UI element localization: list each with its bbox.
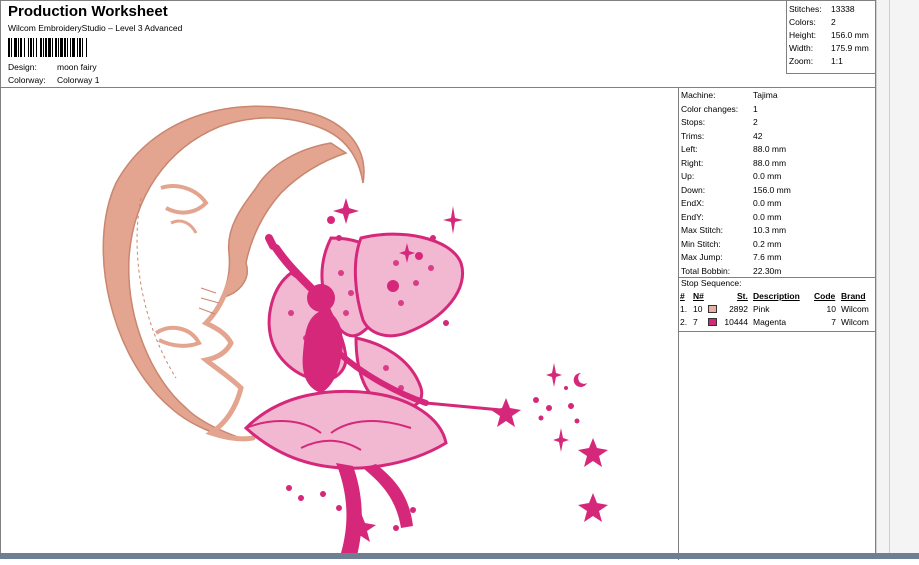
worksheet-header: Production Worksheet Wilcom EmbroiderySt…: [1, 1, 878, 88]
col-code-header: Code: [814, 291, 836, 301]
machine-info-label: Max Jump:: [681, 252, 723, 262]
stitches-value: 13338: [831, 4, 855, 14]
machine-info-value: 22.30m: [753, 265, 782, 276]
col-num-header: #: [680, 291, 685, 301]
machine-info-label: Machine:: [681, 90, 716, 100]
machine-info-label: Total Bobbin:: [681, 265, 731, 276]
seq-description: Pink: [753, 304, 770, 314]
machine-info-row: Stops: 2: [681, 117, 758, 127]
seq-brand: Wilcom: [841, 304, 869, 314]
machine-info-label: Min Stitch:: [681, 238, 721, 249]
machine-info-row: Min Stitch: 0.2 mm: [681, 239, 781, 249]
machine-info-row: Up: 0.0 mm: [681, 171, 781, 181]
production-worksheet: Production Worksheet Wilcom EmbroiderySt…: [0, 0, 878, 560]
col-needle-header: N#: [693, 291, 704, 301]
machine-info-label: EndY:: [681, 211, 704, 222]
zoom-label: Zoom:: [789, 56, 814, 66]
machine-info-value: 0.0 mm: [753, 171, 782, 181]
stitches-row: Stitches: 13338: [789, 4, 855, 14]
col-brand-header: Brand: [841, 291, 866, 301]
machine-info-value: 88.0 mm: [753, 157, 787, 168]
machine-info-value: 0.0 mm: [753, 198, 782, 208]
colors-row: Colors: 2: [789, 17, 836, 27]
machine-info-row: Trims: 42: [681, 131, 762, 141]
machine-info-value: 42: [753, 130, 763, 141]
height-label: Height:: [789, 30, 816, 40]
machine-info-value: 88.0 mm: [753, 144, 787, 154]
design-preview: [1, 88, 679, 560]
design-value: moon fairy: [57, 62, 97, 72]
width-label: Width:: [789, 43, 814, 53]
machine-info-label: Left:: [681, 144, 698, 154]
machine-info-row: Total Bobbin: 22.30m: [681, 266, 781, 276]
machine-info-value: 7.6 mm: [753, 252, 782, 262]
machine-info-label: Trims:: [681, 130, 705, 141]
zoom-value: 1:1: [831, 56, 843, 66]
taskbar-edge: [0, 553, 919, 559]
seq-code: 10: [826, 304, 836, 314]
machine-info-value: 10.3 mm: [753, 225, 787, 235]
machine-info-label: Up:: [681, 171, 695, 181]
seq-needle: 10: [693, 304, 703, 314]
zoom-row: Zoom: 1:1: [789, 56, 843, 66]
seq-code: 7: [831, 317, 836, 327]
machine-info-row: Down: 156.0 mm: [681, 185, 791, 195]
colorway-label: Colorway:: [8, 75, 46, 85]
width-row: Width: 175.9 mm: [789, 43, 869, 53]
machine-info-row: Right: 88.0 mm: [681, 158, 786, 168]
seq-stitches: 10444: [724, 317, 748, 327]
colorway-row: Colorway: Colorway 1: [8, 75, 100, 85]
worksheet-title: Production Worksheet: [8, 3, 168, 20]
seq-stitches: 2892: [729, 304, 748, 314]
barcode: [8, 38, 87, 57]
machine-info-value: 0.2 mm: [753, 238, 782, 249]
seq-num: 2.: [680, 317, 688, 327]
machine-info-row: Left: 88.0 mm: [681, 144, 786, 154]
machine-info-value: 1: [753, 103, 758, 114]
seq-brand: Wilcom: [841, 317, 869, 327]
machine-info-value: 156.0 mm: [753, 184, 791, 195]
machine-info-label: Max Stitch:: [681, 225, 724, 235]
thread-color-swatch: [708, 318, 717, 326]
machine-info-row: Max Jump: 7.6 mm: [681, 252, 781, 262]
machine-info-row: Machine: Tajima: [681, 90, 778, 100]
machine-info-label: Stops:: [681, 117, 706, 127]
machine-info-row: Max Stitch: 10.3 mm: [681, 225, 786, 235]
seq-description: Magenta: [753, 317, 787, 327]
design-stats: Stitches: 13338 Colors: 2 Height: 156.0 mm …: [786, 1, 878, 74]
machine-info-value: Tajima: [753, 90, 778, 100]
scrollbar-track[interactable]: [889, 0, 890, 559]
colorway-value: Colorway 1: [57, 75, 100, 85]
thread-color-swatch: [708, 305, 717, 313]
sequence-divider: [678, 331, 877, 332]
machine-info-value: 0.0 mm: [753, 211, 782, 222]
fairy-motif: [243, 232, 502, 556]
machine-info-label: Color changes:: [681, 103, 739, 114]
machine-info-row: Color changes: 1: [681, 104, 758, 114]
stop-sequence-title: Stop Sequence:: [681, 278, 742, 288]
embroidery-artwork: [102, 105, 608, 556]
machine-info-label: Right:: [681, 157, 704, 168]
height-value: 156.0 mm: [831, 30, 869, 40]
machine-info-label: Down:: [681, 184, 706, 195]
col-stitches-header: St.: [737, 291, 748, 301]
design-label: Design:: [8, 62, 37, 72]
seq-needle: 7: [693, 317, 698, 327]
stitches-label: Stitches:: [789, 4, 822, 14]
colors-label: Colors:: [789, 17, 816, 27]
width-value: 175.9 mm: [831, 43, 869, 53]
seq-num: 1.: [680, 304, 688, 314]
window-gutter: [876, 0, 919, 559]
design-row: Design: moon fairy: [8, 62, 97, 72]
col-description-header: Description: [753, 291, 800, 301]
colors-value: 2: [831, 17, 836, 27]
machine-info-row: EndY: 0.0 mm: [681, 212, 781, 222]
height-row: Height: 156.0 mm: [789, 30, 869, 40]
machine-info-value: 2: [753, 117, 758, 127]
software-name: Wilcom EmbroideryStudio – Level 3 Advanc…: [8, 23, 183, 33]
machine-info-row: EndX: 0.0 mm: [681, 198, 781, 208]
machine-info-label: EndX:: [681, 198, 705, 208]
